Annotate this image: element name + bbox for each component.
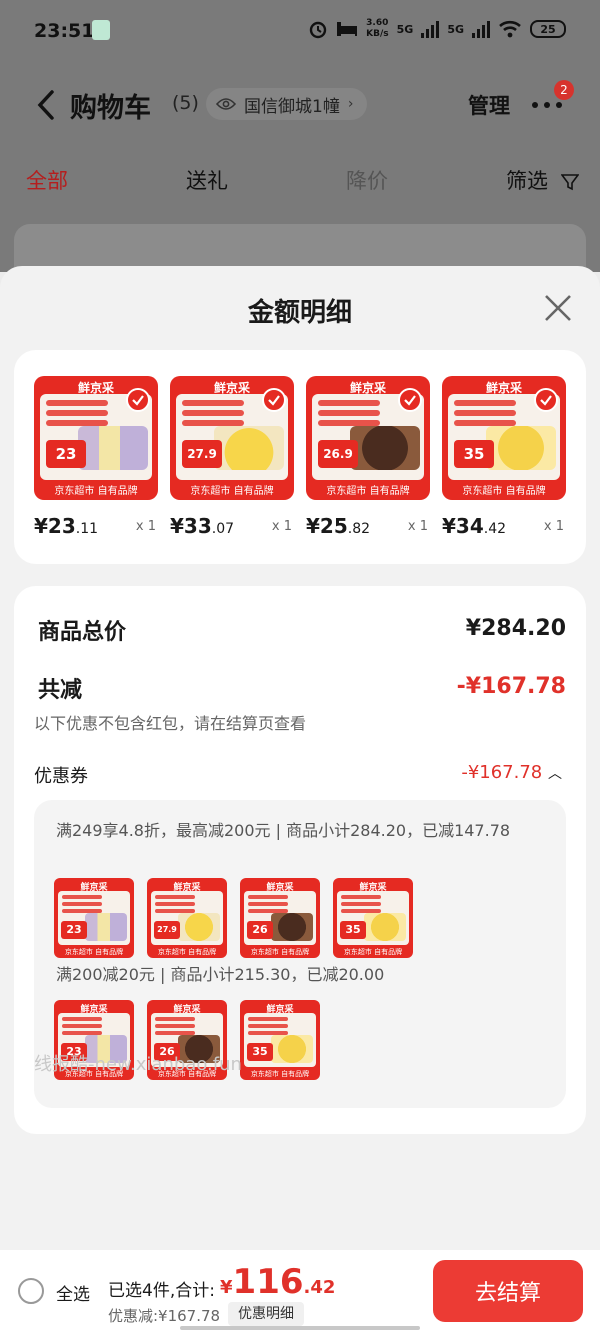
product-tag-price: 26.9 <box>318 440 358 468</box>
total-value: ¥284.20 <box>465 616 566 641</box>
close-icon[interactable] <box>542 292 574 324</box>
cart-count: (5) <box>172 92 199 114</box>
check-icon <box>126 388 150 412</box>
total-price: ¥116.42 <box>220 1262 336 1302</box>
cart-tabs: 全部 送礼 降价 筛选 <box>0 165 600 195</box>
wifi-icon <box>499 20 521 38</box>
filter-icon <box>560 174 579 191</box>
product-footer: 京东超市 自有品牌 <box>190 486 274 497</box>
sheet-title: 金额明细 <box>247 298 352 328</box>
product-qty: x 1 <box>271 519 292 534</box>
select-all-radio[interactable] <box>18 1278 44 1304</box>
product-image: 鲜京采 35 京东超市 自有品牌 <box>442 376 566 500</box>
product-footer: 京东超市 自有品牌 <box>326 486 410 497</box>
product-qty: x 1 <box>135 519 156 534</box>
product-image: 鲜京采 23 京东超市 自有品牌 <box>34 376 158 500</box>
check-icon <box>262 388 286 412</box>
select-all-label[interactable]: 全选 <box>56 1280 90 1305</box>
coupon-label: 优惠券 <box>34 766 88 787</box>
net-label-2: 5G <box>447 22 464 36</box>
coupon-value: -¥167.78 <box>461 762 543 783</box>
coupon-toggle[interactable]: -¥167.78 ︿ <box>461 762 562 783</box>
battery-icon: 25 <box>530 20 566 38</box>
discount-text: 优惠减:¥167.78 <box>108 1307 221 1325</box>
coupon2-text: 满200减20元 | 商品小计215.30，已减20.00 <box>56 965 385 984</box>
status-time: 23:51 <box>34 20 95 42</box>
coupon-product-thumb: 鲜京采 23 京东超市 自有品牌 <box>54 878 134 958</box>
page-title: 购物车 <box>70 93 151 124</box>
eye-icon <box>216 98 236 110</box>
amount-detail-sheet: 金额明细 鲜京采 23 京东超市 自有品牌 ¥23.11 x 1 鲜京采 27.… <box>0 266 600 1250</box>
watermark: 线报酷-new.xianbao.fun <box>34 1054 242 1075</box>
product-item[interactable]: 鲜京采 26.9 京东超市 自有品牌 ¥25.82 x 1 <box>306 376 430 538</box>
home-indicator <box>180 1326 420 1330</box>
product-qty: x 1 <box>543 519 564 534</box>
signal-icon <box>421 20 440 38</box>
net-label-1: 5G <box>396 22 414 36</box>
reduce-label: 共减 <box>38 678 83 703</box>
checkout-button[interactable]: 去结算 <box>433 1260 583 1322</box>
tab-price-drop[interactable]: 降价 <box>346 165 388 195</box>
check-icon <box>398 388 422 412</box>
chevron-right-icon: › <box>347 96 354 112</box>
product-footer: 京东超市 自有品牌 <box>54 486 138 497</box>
product-list-card: 鲜京采 23 京东超市 自有品牌 ¥23.11 x 1 鲜京采 27.9 京东超… <box>14 350 586 564</box>
back-arrow-icon[interactable] <box>36 90 56 120</box>
tab-filter-label: 筛选 <box>506 169 548 193</box>
reduce-note: 以下优惠不包含红包，请在结算页查看 <box>34 714 307 733</box>
coupon-product-thumb: 鲜京采 27.9 京东超市 自有品牌 <box>147 878 227 958</box>
more-dots-icon <box>532 102 572 108</box>
tab-all[interactable]: 全部 <box>26 165 68 195</box>
message-badge: 2 <box>554 80 574 100</box>
product-tag-price: 23 <box>46 440 86 468</box>
network-speed: 3.60 KB/s <box>366 18 389 39</box>
coupon1-text: 满249享4.8折，最高减200元 | 商品小计284.20，已减147.78 <box>56 821 511 840</box>
total-label: 商品总价 <box>38 620 127 645</box>
product-qty: x 1 <box>407 519 428 534</box>
coupon-product-thumb: 鲜京采 35 京东超市 自有品牌 <box>240 1000 320 1080</box>
status-bar: 23:51 3.60 KB/s 5G 5G 25 <box>0 0 600 62</box>
tab-gift[interactable]: 送礼 <box>186 165 228 195</box>
bed-icon <box>337 22 358 36</box>
discount-detail-button[interactable]: 优惠明细 <box>228 1302 304 1326</box>
product-image: 鲜京采 27.9 京东超市 自有品牌 <box>170 376 294 500</box>
product-item[interactable]: 鲜京采 35 京东超市 自有品牌 ¥34.42 x 1 <box>442 376 566 538</box>
product-tag-price: 27.9 <box>182 440 222 468</box>
signal-icon-2 <box>472 20 490 38</box>
reduce-value: -¥167.78 <box>456 674 566 699</box>
status-icons: 3.60 KB/s 5G 5G 25 <box>308 18 566 40</box>
alarm-icon <box>309 21 327 39</box>
product-image: 鲜京采 26.9 京东超市 自有品牌 <box>306 376 430 500</box>
product-footer: 京东超市 自有品牌 <box>462 486 546 497</box>
app-notification-icon <box>92 20 110 40</box>
product-tag-price: 35 <box>454 440 494 468</box>
tab-filter[interactable]: 筛选 <box>506 165 579 195</box>
check-icon <box>534 388 558 412</box>
price-breakdown-card: 商品总价 ¥284.20 共减 -¥167.78 以下优惠不包含红包，请在结算页… <box>14 586 586 1134</box>
product-item[interactable]: 鲜京采 23 京东超市 自有品牌 ¥23.11 x 1 <box>34 376 158 538</box>
address-selector[interactable]: 国信御城1幢 › <box>206 88 368 120</box>
manage-button[interactable]: 管理 <box>468 90 510 120</box>
address-text: 国信御城1幢 <box>244 96 340 117</box>
chevron-up-icon: ︿ <box>548 766 562 782</box>
product-item[interactable]: 鲜京采 27.9 京东超市 自有品牌 ¥33.07 x 1 <box>170 376 294 538</box>
coupon-product-thumb: 鲜京采 26 京东超市 自有品牌 <box>240 878 320 958</box>
coupon-product-thumb: 鲜京采 35 京东超市 自有品牌 <box>333 878 413 958</box>
more-button[interactable]: 2 <box>532 80 574 116</box>
checkout-bar: 全选 已选4件,合计: ¥116.42 优惠减:¥167.78 优惠明细 去结算 <box>0 1250 600 1333</box>
selected-count: 已选4件,合计: <box>108 1281 215 1301</box>
